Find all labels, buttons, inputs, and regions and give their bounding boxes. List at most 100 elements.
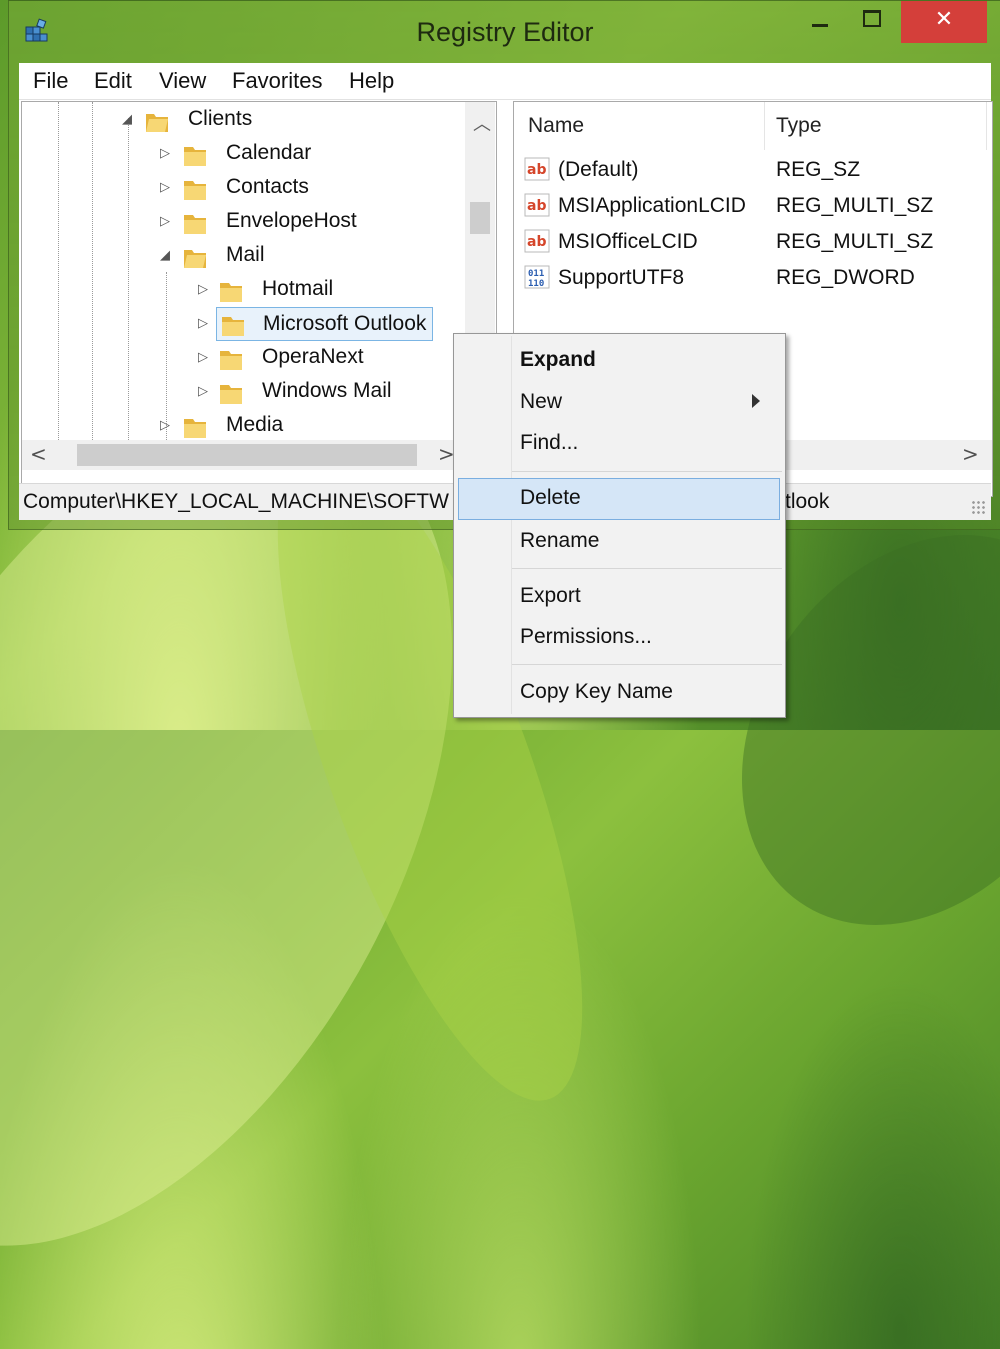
- scrollbar-thumb[interactable]: [77, 444, 417, 466]
- menu-item-label: Delete: [520, 486, 581, 509]
- menu-item-label: Expand: [520, 348, 596, 371]
- menu-item-delete[interactable]: Delete: [458, 478, 780, 520]
- tree-node-label: Mail: [226, 243, 265, 266]
- tree-node-label: Calendar: [226, 141, 312, 164]
- tree-horizontal-scrollbar[interactable]: < >: [22, 440, 496, 470]
- tree-node-media[interactable]: ▷ Media: [160, 410, 460, 444]
- tree-node-operanext[interactable]: ▷ OperaNext: [198, 342, 478, 376]
- string-value-icon: ab: [524, 157, 550, 181]
- expand-arrow-icon[interactable]: ▷: [198, 349, 208, 365]
- menu-item-label: Export: [520, 584, 581, 607]
- column-header-type[interactable]: Type: [776, 102, 822, 150]
- expand-arrow-icon[interactable]: ▷: [198, 315, 208, 331]
- menu-item-copy-key-name[interactable]: Copy Key Name: [456, 672, 783, 712]
- status-key-path-tail: tlook: [785, 490, 830, 513]
- value-row[interactable]: ab (Default) REG_SZ: [514, 152, 992, 188]
- string-value-icon: ab: [524, 229, 550, 253]
- menu-item-find[interactable]: Find...: [456, 423, 783, 463]
- expand-arrow-icon[interactable]: ▷: [160, 145, 170, 161]
- scroll-left-arrow-icon[interactable]: <: [30, 442, 47, 466]
- folder-open-icon: [146, 114, 168, 132]
- menu-item-label: Rename: [520, 529, 600, 552]
- tree-node-calendar[interactable]: ▷ Calendar: [160, 138, 460, 172]
- value-name: MSIApplicationLCID: [558, 194, 746, 217]
- svg-text:011: 011: [528, 269, 544, 279]
- menu-separator: [512, 568, 782, 569]
- resize-grip-icon[interactable]: [971, 500, 985, 514]
- menu-help[interactable]: Help: [349, 68, 394, 94]
- tree-node-windows-mail[interactable]: ▷ Windows Mail: [198, 376, 478, 410]
- close-button[interactable]: ✕: [901, 1, 987, 43]
- scroll-right-arrow-icon[interactable]: >: [962, 442, 979, 466]
- binary-value-icon: 011110: [524, 265, 550, 289]
- tree-node-microsoft-outlook[interactable]: ▷ Microsoft Outlook: [198, 307, 478, 342]
- menu-edit[interactable]: Edit: [94, 68, 132, 94]
- folder-open-icon: [184, 250, 206, 268]
- tree-node-label: Microsoft Outlook: [216, 307, 434, 341]
- tree-node-mail[interactable]: ◢ Mail: [160, 240, 460, 274]
- expand-arrow-icon[interactable]: ▷: [198, 281, 208, 297]
- menu-file[interactable]: File: [33, 68, 68, 94]
- menu-separator: [512, 664, 782, 665]
- collapse-arrow-icon[interactable]: ◢: [160, 247, 170, 263]
- value-row[interactable]: 011 110 SupportUTF8 REG_DWORD: [514, 260, 992, 296]
- key-tree-pane[interactable]: ◢ Clients ▷ Calendar ▷ Contacts ▷ Envelo…: [21, 101, 497, 497]
- folder-icon: [220, 283, 242, 302]
- tree-guide-line: [128, 118, 129, 440]
- close-icon: ✕: [934, 7, 954, 32]
- svg-text:ab: ab: [527, 234, 546, 250]
- string-value-icon: ab: [524, 193, 550, 217]
- tree-node-label: OperaNext: [262, 345, 364, 368]
- tree-node-envelopehost[interactable]: ▷ EnvelopeHost: [160, 206, 460, 240]
- menu-item-label: Find...: [520, 431, 579, 454]
- minimize-button[interactable]: [797, 1, 843, 43]
- tree-node-label: Windows Mail: [262, 379, 392, 402]
- tree-node-label: Hotmail: [262, 277, 334, 300]
- folder-icon: [220, 351, 242, 370]
- menu-item-rename[interactable]: Rename: [456, 521, 783, 561]
- column-divider[interactable]: [764, 102, 765, 150]
- minimize-icon: [812, 23, 828, 27]
- maximize-icon: [863, 9, 881, 27]
- value-type: REG_MULTI_SZ: [776, 230, 934, 253]
- expand-arrow-icon[interactable]: ▷: [198, 383, 208, 399]
- folder-icon: [220, 385, 242, 404]
- tree-guide-line: [92, 102, 93, 440]
- submenu-arrow-icon: [752, 394, 760, 408]
- scrollbar-thumb[interactable]: [470, 202, 490, 234]
- menu-item-label: New: [520, 390, 563, 413]
- collapse-arrow-icon[interactable]: ◢: [122, 111, 132, 127]
- status-key-path: Computer\HKEY_LOCAL_MACHINE\SOFTW: [23, 490, 449, 513]
- value-type: REG_DWORD: [776, 266, 915, 289]
- tree-node-label: EnvelopeHost: [226, 209, 357, 232]
- menu-favorites[interactable]: Favorites: [232, 68, 322, 94]
- tree-node-hotmail[interactable]: ▷ Hotmail: [198, 274, 478, 308]
- menu-item-permissions[interactable]: Permissions...: [456, 617, 783, 657]
- value-row[interactable]: ab MSIOfficeLCID REG_MULTI_SZ: [514, 224, 992, 260]
- tree-node-label: Media: [226, 413, 284, 436]
- value-row[interactable]: ab MSIApplicationLCID REG_MULTI_SZ: [514, 188, 992, 224]
- value-type: REG_SZ: [776, 158, 861, 181]
- expand-arrow-icon[interactable]: ▷: [160, 417, 170, 433]
- column-header-name[interactable]: Name: [528, 102, 584, 150]
- folder-icon: [222, 317, 244, 336]
- menu-item-export[interactable]: Export: [456, 576, 783, 616]
- tree-node-label: Clients: [188, 107, 253, 130]
- tree-node-contacts[interactable]: ▷ Contacts: [160, 172, 460, 206]
- expand-arrow-icon[interactable]: ▷: [160, 213, 170, 229]
- menu-view[interactable]: View: [159, 68, 206, 94]
- menu-item-new[interactable]: New: [456, 382, 783, 422]
- scroll-up-arrow-icon[interactable]: ︿: [473, 110, 491, 136]
- value-name: SupportUTF8: [558, 266, 685, 289]
- column-divider[interactable]: [986, 102, 987, 150]
- expand-arrow-icon[interactable]: ▷: [160, 179, 170, 195]
- svg-text:110: 110: [528, 279, 544, 289]
- tree-node-clients[interactable]: ◢ Clients: [122, 104, 422, 138]
- folder-icon: [184, 215, 206, 234]
- menu-item-label: Copy Key Name: [520, 680, 673, 703]
- menu-separator: [512, 471, 782, 472]
- title-bar[interactable]: Registry Editor ✕: [9, 1, 1000, 63]
- menu-item-expand[interactable]: Expand: [456, 340, 783, 380]
- value-name: MSIOfficeLCID: [558, 230, 698, 253]
- maximize-button[interactable]: [849, 1, 895, 43]
